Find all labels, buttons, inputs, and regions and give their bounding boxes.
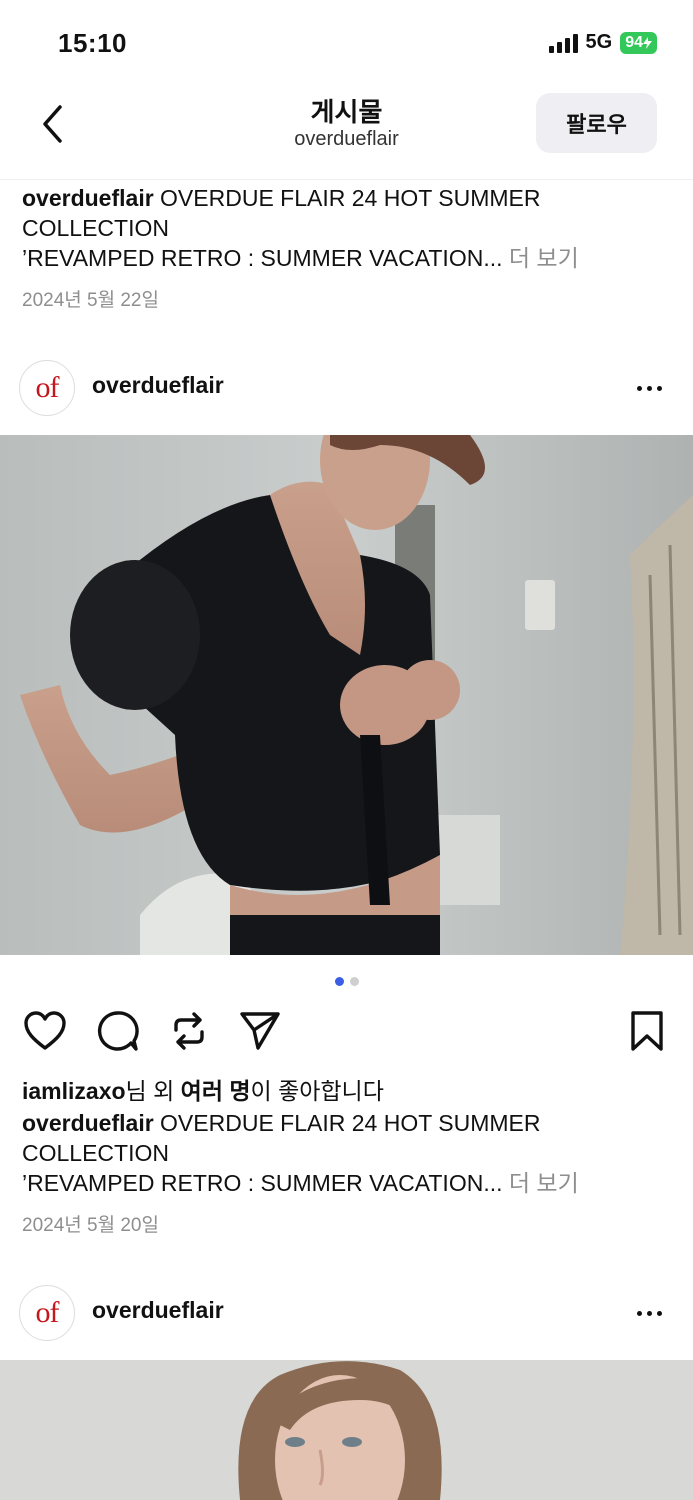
bookmark-icon bbox=[631, 1011, 663, 1051]
battery-icon: 94 bbox=[620, 31, 657, 54]
dot bbox=[646, 385, 652, 391]
caption-username[interactable]: overdueflair bbox=[22, 185, 154, 211]
post-image[interactable] bbox=[0, 435, 693, 955]
post-date: 2024년 5월 22일 bbox=[22, 290, 159, 311]
heart-icon bbox=[24, 1011, 66, 1050]
dot bbox=[636, 385, 642, 391]
comment-icon bbox=[97, 1011, 139, 1051]
follow-button[interactable]: 팔로우 bbox=[536, 93, 657, 153]
avatar-logo: of bbox=[35, 371, 60, 404]
send-icon bbox=[240, 1012, 280, 1050]
battery-level: 94 bbox=[625, 33, 643, 51]
repost-icon bbox=[174, 1012, 204, 1050]
like-button[interactable] bbox=[21, 1007, 69, 1055]
more-link[interactable]: 더 보기 bbox=[502, 245, 579, 271]
likes-text-end: 이 좋아합니다 bbox=[250, 1078, 384, 1104]
photo-model-portrait bbox=[0, 1360, 693, 1500]
caption-line: ’REVAMPED RETRO : SUMMER VACATION... bbox=[22, 245, 503, 271]
more-options-button[interactable] bbox=[629, 374, 669, 402]
dot bbox=[656, 385, 662, 391]
charging-bolt-icon bbox=[643, 36, 652, 49]
status-time: 15:10 bbox=[58, 28, 127, 58]
carousel-dot-active bbox=[334, 977, 344, 986]
status-bar: 15:10 5G 94 bbox=[0, 0, 693, 88]
caption-line: ’REVAMPED RETRO : SUMMER VACATION... bbox=[22, 1170, 503, 1196]
cellular-signal-icon bbox=[548, 33, 578, 53]
likes-username[interactable]: iamlizaxo bbox=[22, 1078, 126, 1104]
likes-text: 님 외 bbox=[125, 1078, 181, 1104]
carousel-dot bbox=[349, 977, 359, 986]
status-indicators: 5G 94 bbox=[548, 31, 657, 54]
caption-username[interactable]: overdueflair bbox=[22, 1110, 154, 1136]
post2-caption: overdueflair OVERDUE FLAIR 24 HOT SUMMER… bbox=[22, 1108, 662, 1198]
dot bbox=[646, 1310, 652, 1316]
save-button[interactable] bbox=[623, 1007, 671, 1055]
carousel-indicator bbox=[0, 977, 693, 986]
network-type: 5G bbox=[585, 31, 613, 53]
post-image[interactable] bbox=[0, 1360, 693, 1500]
avatar-logo: of bbox=[35, 1296, 60, 1329]
photo-model-black-top bbox=[0, 435, 693, 955]
repost-button[interactable] bbox=[165, 1007, 213, 1055]
comment-button[interactable] bbox=[94, 1007, 142, 1055]
share-button[interactable] bbox=[236, 1007, 284, 1055]
post-username[interactable]: overdueflair bbox=[92, 372, 224, 399]
dot bbox=[636, 1310, 642, 1316]
post-header: of overdueflair bbox=[0, 1277, 693, 1349]
avatar[interactable]: of bbox=[19, 1285, 75, 1341]
more-link[interactable]: 더 보기 bbox=[502, 1170, 579, 1196]
page-header: 게시물 overdueflair 팔로우 bbox=[0, 88, 693, 180]
post1-caption: overdueflair OVERDUE FLAIR 24 HOT SUMMER… bbox=[22, 183, 662, 273]
more-options-button[interactable] bbox=[629, 1299, 669, 1327]
action-bar bbox=[0, 1005, 693, 1055]
post-header: of overdueflair bbox=[0, 352, 693, 424]
post-username[interactable]: overdueflair bbox=[92, 1297, 224, 1324]
dot bbox=[656, 1310, 662, 1316]
likes-summary[interactable]: iamlizaxo님 외 여러 명이 좋아합니다 bbox=[22, 1072, 384, 1106]
post-date: 2024년 5월 20일 bbox=[22, 1215, 159, 1236]
avatar[interactable]: of bbox=[19, 360, 75, 416]
likes-others[interactable]: 여러 명 bbox=[181, 1078, 251, 1104]
